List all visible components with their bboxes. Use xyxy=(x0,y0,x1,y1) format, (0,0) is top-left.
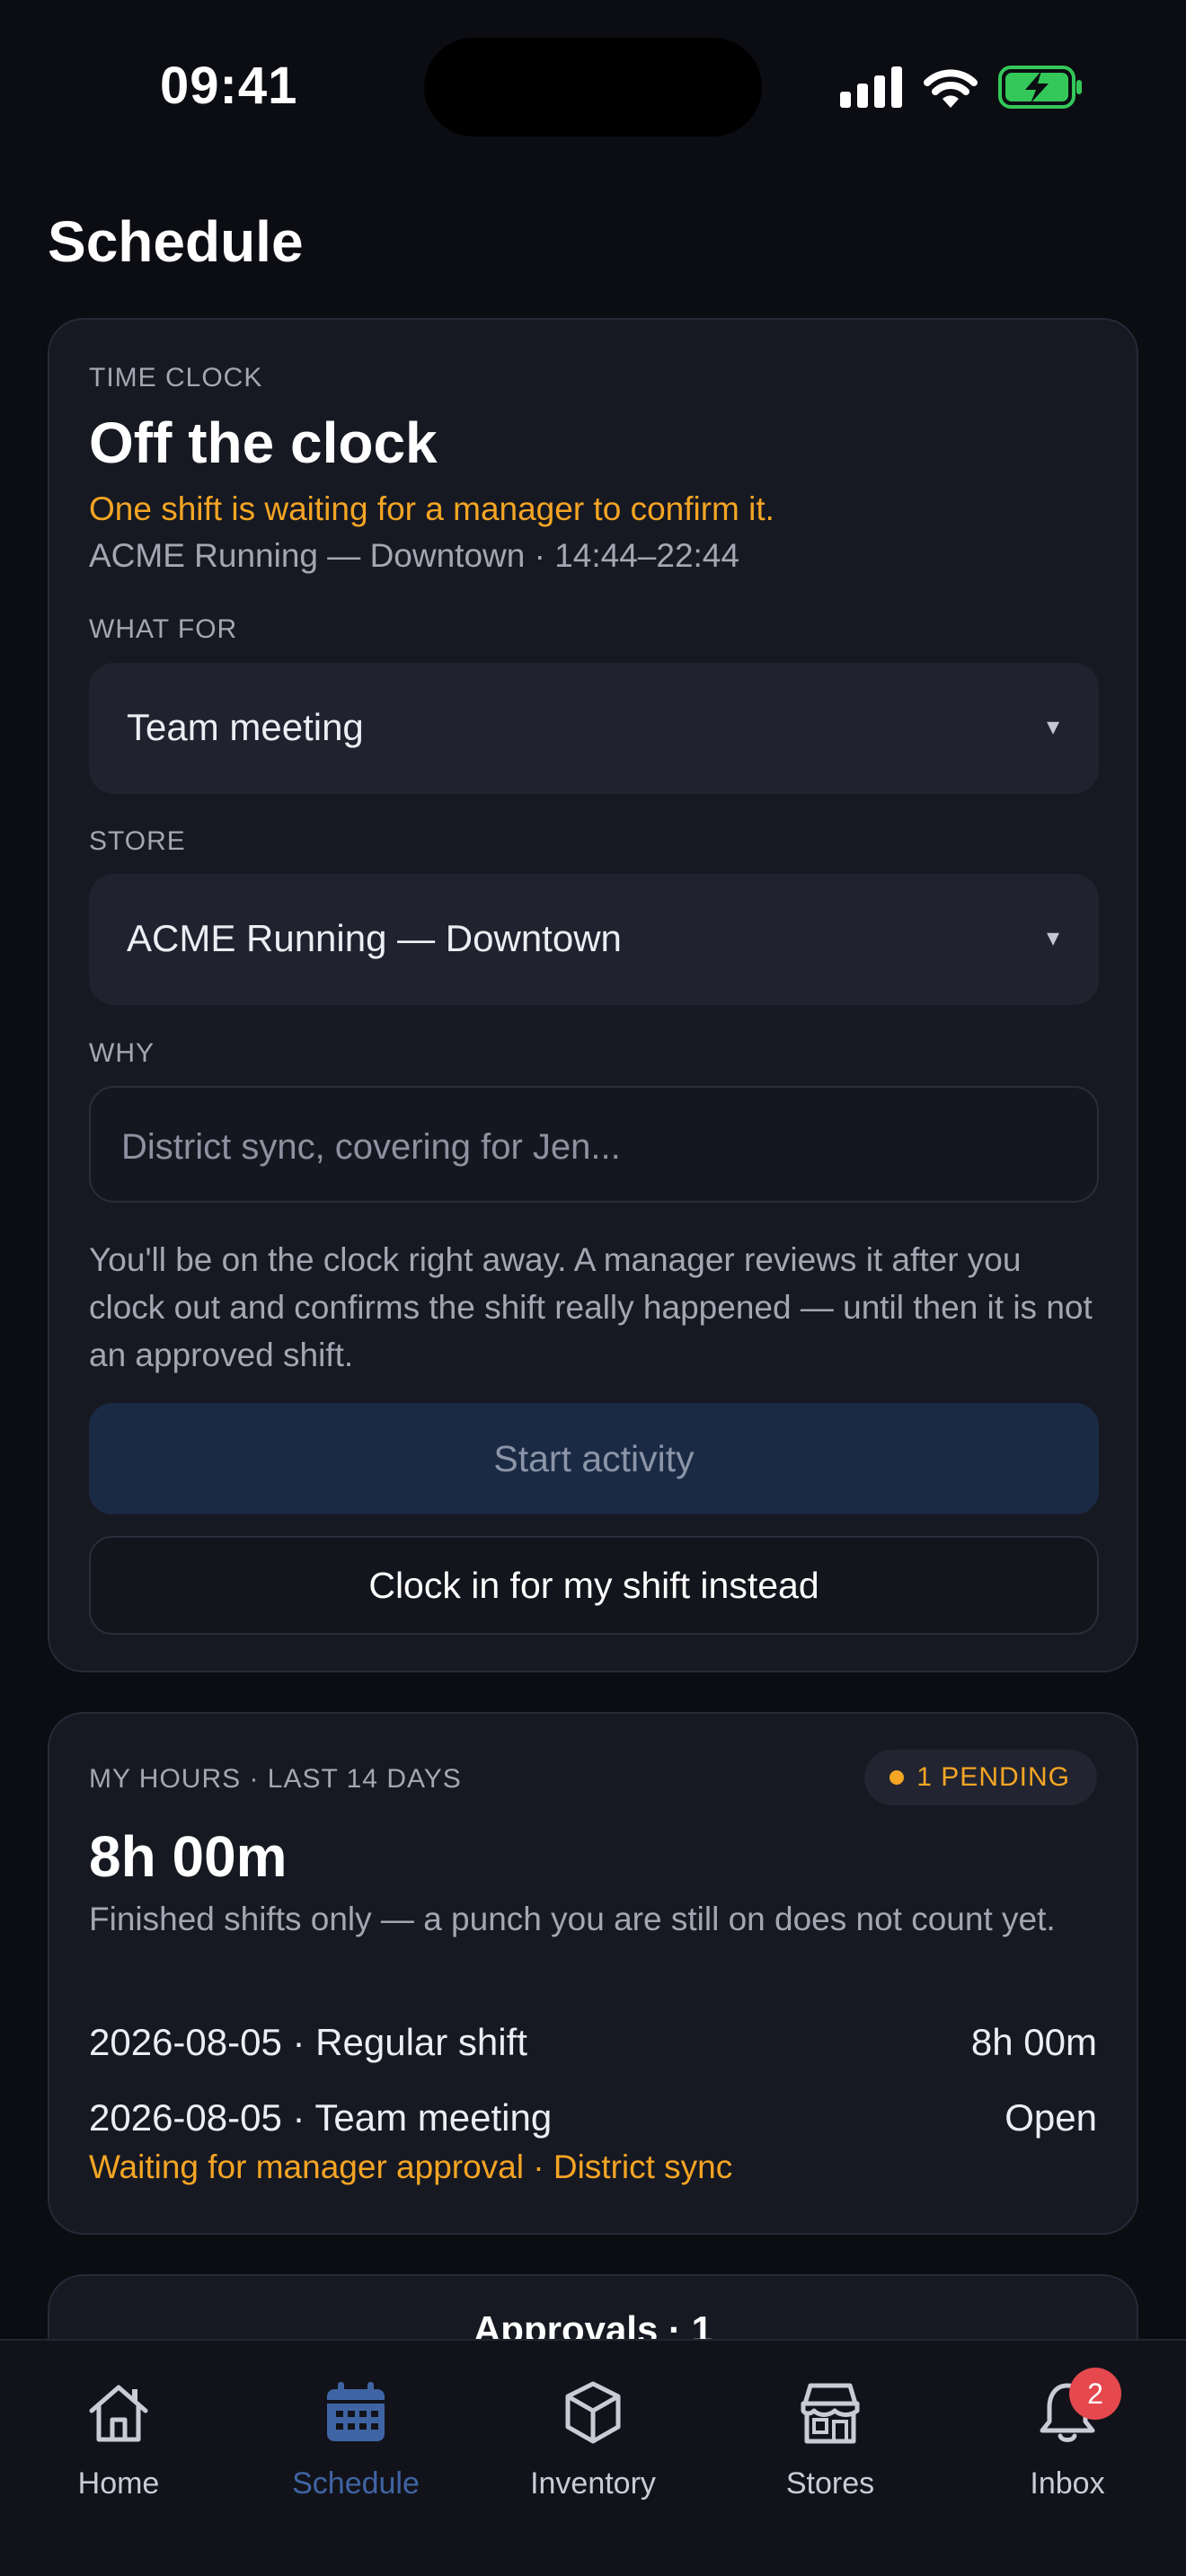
tab-inventory[interactable]: Inventory xyxy=(474,2377,712,2529)
tab-inbox[interactable]: 2 Inbox xyxy=(949,2368,1186,2529)
store-select[interactable]: ACME Running — Downtown ▾ xyxy=(89,874,1099,1005)
screen: 09:41 Schedule TIME CLOCK Off the clock … xyxy=(0,0,1186,2576)
tab-stores[interactable]: Stores xyxy=(712,2377,949,2529)
chevron-down-icon: ▾ xyxy=(1046,923,1059,951)
tab-schedule[interactable]: Schedule xyxy=(237,2377,474,2529)
inbox-badge: 2 xyxy=(1069,2368,1121,2420)
tab-schedule-label: Schedule xyxy=(292,2466,420,2501)
tab-inventory-label: Inventory xyxy=(530,2466,656,2501)
shift-info: ACME Running — Downtown · 14:44–22:44 xyxy=(89,537,739,574)
tab-stores-label: Stores xyxy=(785,2466,875,2501)
clock-help-text: You'll be on the clock right away. A man… xyxy=(89,1241,1093,1373)
why-input[interactable]: District sync, covering for Jen... xyxy=(89,1086,1099,1203)
hours-total: 8h 00m xyxy=(89,1824,288,1889)
tab-home-label: Home xyxy=(77,2466,160,2501)
status-icons xyxy=(840,61,1083,113)
hours-entry-label: 2026-08-05 · Regular shift xyxy=(89,2021,527,2063)
wifi-icon xyxy=(924,69,978,108)
tab-bar: Home Schedule Inventory Stores 2 Inbox xyxy=(0,2339,1186,2576)
clock-in-shift-button[interactable]: Clock in for my shift instead xyxy=(89,1536,1099,1635)
status-time: 09:41 xyxy=(160,57,298,115)
clock-state-heading: Off the clock xyxy=(89,410,438,475)
pending-notice: One shift is waiting for a manager to co… xyxy=(89,490,774,527)
hours-entry-status: Waiting for manager approval · District … xyxy=(89,2148,733,2185)
tab-inbox-label: Inbox xyxy=(1030,2466,1105,2501)
time-clock-card: TIME CLOCK Off the clock One shift is wa… xyxy=(48,318,1138,1672)
why-placeholder: District sync, covering for Jen... xyxy=(121,1127,621,1167)
my-hours-card: MY HOURS · LAST 14 DAYS 1 PENDING 8h 00m… xyxy=(48,1712,1138,2235)
store-value: ACME Running — Downtown xyxy=(127,917,622,959)
store-icon xyxy=(801,2383,860,2444)
status-bar: 09:41 xyxy=(0,0,1186,171)
dynamic-island xyxy=(424,38,762,137)
store-label: STORE xyxy=(89,826,186,856)
signal-icon xyxy=(840,66,902,108)
battery-charging-icon xyxy=(998,66,1082,109)
pending-badge-text: 1 PENDING xyxy=(916,1762,1070,1792)
home-icon xyxy=(89,2385,148,2442)
time-clock-label: TIME CLOCK xyxy=(89,363,263,393)
hours-note: Finished shifts only — a punch you are s… xyxy=(89,1901,1056,1937)
tab-home[interactable]: Home xyxy=(0,2377,237,2529)
pending-badge: 1 PENDING xyxy=(864,1750,1097,1805)
hours-entry-value: 8h 00m xyxy=(970,2021,1097,2063)
my-hours-label: MY HOURS · LAST 14 DAYS xyxy=(89,1764,462,1794)
what-for-value: Team meeting xyxy=(127,706,364,748)
why-label: WHY xyxy=(89,1038,155,1068)
chevron-down-icon: ▾ xyxy=(1046,712,1059,740)
page-title: Schedule xyxy=(48,209,304,274)
what-for-select[interactable]: Team meeting ▾ xyxy=(89,663,1099,794)
what-for-label: WHAT FOR xyxy=(89,614,238,644)
calendar-icon xyxy=(327,2382,385,2441)
start-activity-button[interactable]: Start activity xyxy=(89,1403,1099,1514)
box-icon xyxy=(565,2381,621,2444)
pending-dot-icon xyxy=(890,1770,905,1785)
hours-entry-label: 2026-08-05 · Team meeting xyxy=(89,2096,553,2139)
hours-entry-value: Open xyxy=(1005,2096,1097,2139)
